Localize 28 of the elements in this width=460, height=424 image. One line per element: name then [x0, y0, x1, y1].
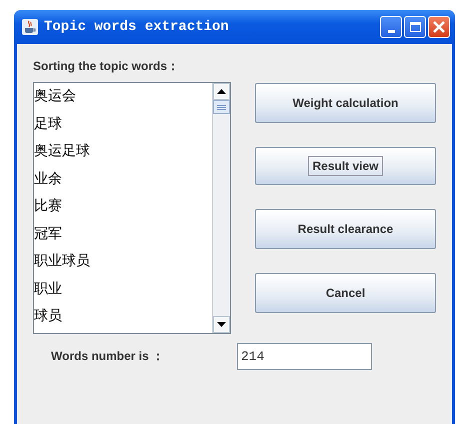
action-button[interactable]: Weight calculation — [255, 83, 436, 123]
list-item[interactable]: 奥运会 — [34, 83, 212, 110]
action-button[interactable]: Cancel — [255, 273, 436, 313]
up-triangle-icon — [217, 89, 226, 94]
close-icon — [432, 20, 446, 34]
list-item[interactable]: 奥运足球 — [34, 138, 212, 166]
scroll-up-button[interactable] — [213, 83, 230, 100]
action-button[interactable]: Result view — [255, 147, 436, 185]
scroll-down-button[interactable] — [213, 316, 230, 333]
words-number-field[interactable]: 214 — [237, 343, 372, 370]
scrollbar[interactable] — [212, 83, 230, 333]
action-button[interactable]: Result clearance — [255, 209, 436, 249]
maximize-button[interactable] — [404, 16, 426, 38]
minimize-button[interactable] — [380, 16, 402, 38]
list-item[interactable]: 业余 — [34, 166, 212, 193]
list-item[interactable]: 职业球员 — [34, 248, 212, 276]
list-item[interactable]: 冠军 — [34, 220, 212, 248]
coffee-cup-icon — [22, 19, 38, 35]
list-item[interactable]: 比赛 — [34, 193, 212, 220]
close-button[interactable] — [428, 16, 450, 38]
down-triangle-icon — [217, 322, 226, 327]
words-number-label: Words number is ： — [51, 348, 166, 365]
scroll-thumb[interactable] — [213, 100, 230, 114]
list-item[interactable]: 球员 — [34, 303, 212, 330]
list-item[interactable]: 足球 — [34, 110, 212, 138]
list-item[interactable]: 职业 — [34, 276, 212, 303]
window-title: Topic words extraction — [44, 19, 230, 35]
list-label: Sorting the topic words： — [33, 58, 180, 75]
